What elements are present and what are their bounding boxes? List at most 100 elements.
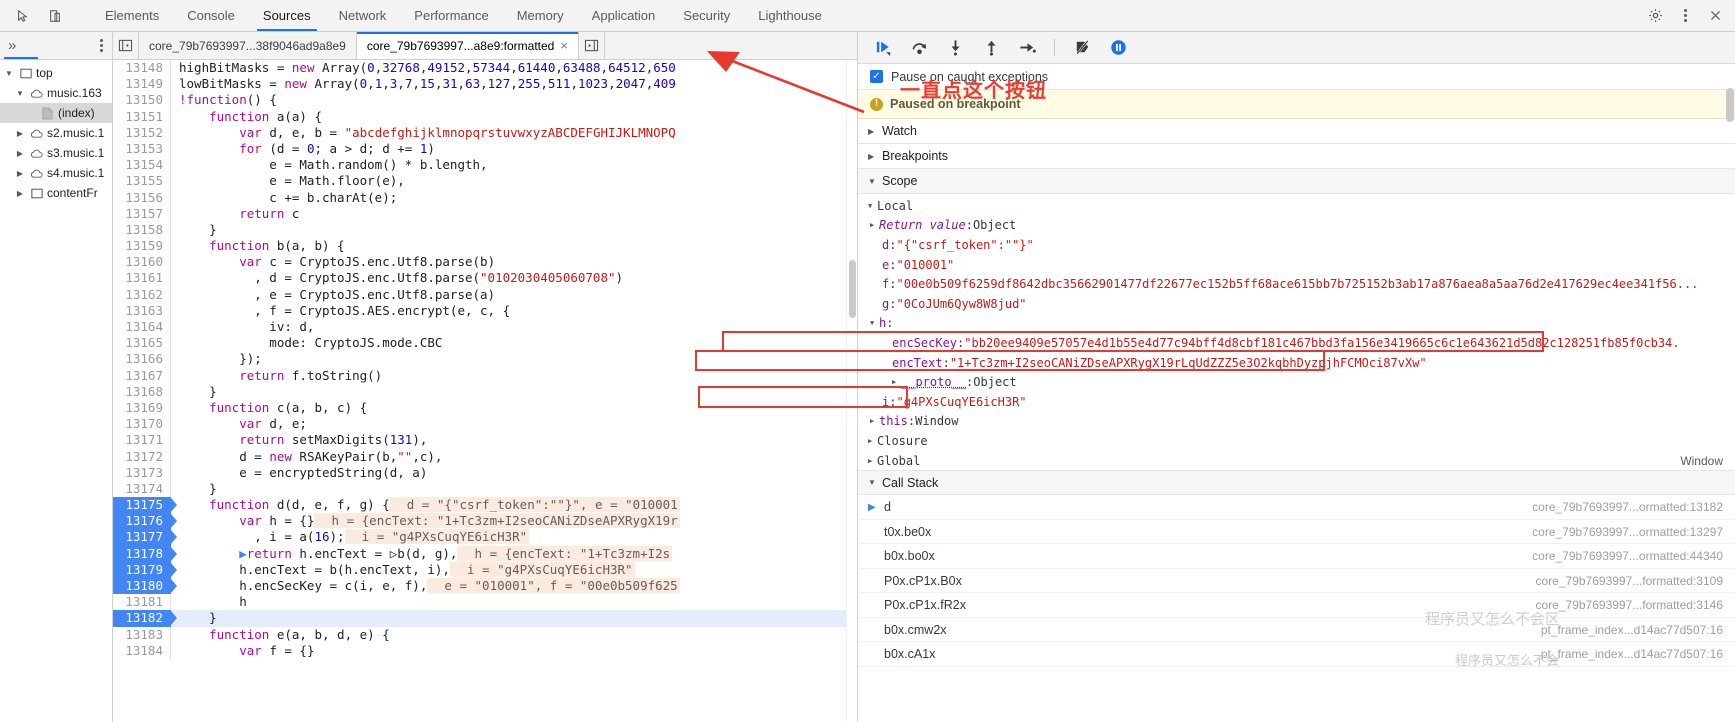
line-number[interactable]: 13148 — [113, 60, 171, 77]
code-line[interactable]: 13155 e = Math.floor(e), — [113, 173, 846, 190]
code-line-text[interactable]: } — [171, 481, 217, 497]
code-line[interactable]: 13173 e = encryptedString(d, a) — [113, 464, 846, 481]
step-into-next-function-call-button[interactable] — [942, 36, 968, 60]
navigator-tree-item[interactable]: ▶ contentFr — [0, 183, 112, 203]
editor-scroll-thumb[interactable] — [849, 260, 856, 318]
code-line[interactable]: 13149 lowBitMasks = new Array(0,1,3,7,15,… — [113, 76, 846, 93]
line-number[interactable]: 13169 — [113, 399, 171, 417]
line-number[interactable]: 13150 — [113, 92, 171, 109]
more-tabs-icon[interactable]: » — [8, 38, 16, 53]
code-line-text[interactable]: e = Math.random() * b.length, — [171, 157, 487, 173]
code-line-text[interactable]: , i = a(16); i = "g4PXsCuqYE6icH3R" — [171, 529, 530, 545]
chevron-right-icon[interactable]: ▶ — [14, 189, 26, 198]
scope-property-row[interactable]: d: "{"csrf_token":""}" — [858, 235, 1735, 255]
code-line-text[interactable]: return c — [171, 206, 299, 222]
code-line-text[interactable]: function c(a, b, c) { — [171, 400, 367, 416]
tab-console[interactable]: Console — [173, 0, 249, 31]
navigator-tree-item[interactable]: ▶ s4.music.1 — [0, 163, 112, 183]
code-line-breakpoint[interactable]: 13182 } — [113, 610, 846, 627]
code-line-breakpoint[interactable]: 13175 function d(d, e, f, g) { d = "{"cs… — [113, 497, 846, 514]
navigator-tree-item[interactable]: ▶ s2.music.1 — [0, 123, 112, 143]
close-devtools-icon[interactable] — [1705, 4, 1725, 28]
code-lines[interactable]: 13148 highBitMasks = new Array(0,32768,49… — [113, 60, 846, 722]
code-line-text[interactable]: } — [171, 384, 217, 400]
code-line-text[interactable]: !function() { — [171, 92, 277, 108]
navigator-tree-item[interactable]: ▼ music.163 — [0, 83, 112, 103]
line-number[interactable]: 13181 — [113, 594, 171, 611]
navigator-options-kebab-icon[interactable] — [97, 39, 106, 52]
section-call-stack[interactable]: ▼ Call Stack — [858, 470, 1735, 496]
code-line-text[interactable]: , d = CryptoJS.enc.Utf8.parse("010203040… — [171, 270, 623, 286]
code-line-text[interactable]: ▶return h.encText = ▷b(d, g), h = {encTe… — [171, 545, 673, 562]
scope-local-row[interactable]: ▼ Local — [858, 196, 1735, 216]
pause-on-caught-exceptions-checkbox[interactable]: ✓ — [870, 70, 883, 83]
code-line-breakpoint[interactable]: 13177 , i = a(16); i = "g4PXsCuqYE6icH3R… — [113, 529, 846, 546]
code-line-text[interactable]: }); — [171, 351, 262, 367]
line-number[interactable]: 13180 — [113, 578, 177, 595]
pause-on-exceptions-button[interactable] — [1105, 36, 1131, 60]
code-line-text[interactable]: var d, e; — [171, 416, 307, 432]
editor-vertical-scrollbar[interactable] — [846, 60, 857, 722]
more-options-kebab-icon[interactable] — [1675, 4, 1695, 28]
scope-property-row[interactable]: e: "010001" — [858, 255, 1735, 275]
call-stack-row[interactable]: b0x.cmw2x pt_frame_index...d14ac77d507:16 — [858, 618, 1735, 643]
navigator-tree-item[interactable]: ▼ top — [0, 63, 112, 83]
line-number[interactable]: 13152 — [113, 124, 171, 141]
line-number[interactable]: 13184 — [113, 642, 171, 659]
line-number[interactable]: 13183 — [113, 626, 171, 643]
code-line[interactable]: 13164 iv: d, — [113, 319, 846, 336]
code-line[interactable]: 13184 var f = {} — [113, 642, 846, 659]
code-line[interactable]: 13174 } — [113, 480, 846, 498]
line-number[interactable]: 13171 — [113, 432, 171, 449]
line-number[interactable]: 13163 — [113, 302, 171, 319]
code-line-text[interactable]: h.encText = b(h.encText, i), i = "g4PXsC… — [171, 561, 635, 578]
code-line-text[interactable]: iv: d, — [171, 319, 314, 335]
line-number[interactable]: 13168 — [113, 383, 171, 400]
code-line[interactable]: 13152 var d, e, b = "abcdefghijklmnopqrs… — [113, 124, 846, 141]
line-number[interactable]: 13179 — [113, 561, 177, 578]
line-number[interactable]: 13153 — [113, 140, 171, 158]
code-line-text[interactable]: c += b.charAt(e); — [171, 190, 397, 206]
code-line[interactable]: 13165 mode: CryptoJS.mode.CBC — [113, 335, 846, 352]
code-line-text[interactable]: lowBitMasks = new Array(0,1,3,7,15,31,63… — [171, 76, 676, 92]
code-line-breakpoint[interactable]: 13179 h.encText = b(h.encText, i), i = "… — [113, 561, 846, 578]
code-line-text[interactable]: return f.toString() — [171, 368, 382, 384]
tab-network[interactable]: Network — [325, 0, 401, 31]
code-line[interactable]: 13183 function e(a, b, d, e) { — [113, 626, 846, 643]
line-number[interactable]: 13161 — [113, 270, 171, 287]
code-line[interactable]: 13169 function c(a, b, c) { — [113, 399, 846, 417]
code-line[interactable]: 13158 } — [113, 221, 846, 239]
scope-property-row[interactable]: ▶ __proto__: Object — [858, 372, 1735, 392]
inspect-element-icon[interactable] — [10, 4, 36, 28]
scope-property-row[interactable]: f: "00e0b509f6259df8642dbc35662901477df2… — [858, 274, 1735, 294]
line-number[interactable]: 13173 — [113, 464, 171, 481]
section-breakpoints[interactable]: ▶ Breakpoints — [858, 144, 1735, 169]
debugger-scrollbar[interactable] — [1726, 88, 1734, 122]
deactivate-breakpoints-button[interactable] — [1069, 36, 1095, 60]
code-line-breakpoint[interactable]: 13180 h.encSecKey = c(i, e, f), e = "010… — [113, 578, 846, 595]
line-number[interactable]: 13151 — [113, 108, 171, 125]
chevron-down-icon[interactable]: ▼ — [14, 89, 26, 98]
code-editor[interactable]: 13148 highBitMasks = new Array(0,32768,49… — [113, 60, 857, 722]
code-line[interactable]: 13171 return setMaxDigits(131), — [113, 432, 846, 449]
line-number[interactable]: 13166 — [113, 351, 171, 368]
code-line-text[interactable]: for (d = 0; a > d; d += 1) — [171, 141, 435, 157]
code-line-text[interactable]: h.encSecKey = c(i, e, f), e = "010001", … — [171, 578, 680, 594]
code-line-text[interactable]: mode: CryptoJS.mode.CBC — [171, 335, 442, 351]
resume-script-execution-button[interactable] — [870, 36, 896, 60]
navigator-tree-item[interactable]: ▶ s3.music.1 — [0, 143, 112, 163]
line-number[interactable]: 13172 — [113, 448, 171, 465]
code-line[interactable]: 13154 e = Math.random() * b.length, — [113, 157, 846, 174]
section-scope[interactable]: ▼ Scope — [858, 169, 1735, 194]
code-line-breakpoint[interactable]: 13178 ▶return h.encText = ▷b(d, g), h = … — [113, 545, 846, 562]
code-line-text[interactable]: e = encryptedString(d, a) — [171, 465, 427, 481]
code-line-text[interactable]: return setMaxDigits(131), — [171, 432, 427, 448]
code-line[interactable]: 13167 return f.toString() — [113, 367, 846, 384]
tab-application[interactable]: Application — [578, 0, 670, 31]
line-number[interactable]: 13174 — [113, 480, 171, 498]
device-toolbar-icon[interactable] — [42, 4, 68, 28]
code-line[interactable]: 13162 , e = CryptoJS.enc.Utf8.parse(a) — [113, 286, 846, 303]
tab-sources[interactable]: Sources — [249, 0, 325, 31]
line-number[interactable]: 13156 — [113, 189, 171, 206]
tab-performance[interactable]: Performance — [400, 0, 502, 31]
